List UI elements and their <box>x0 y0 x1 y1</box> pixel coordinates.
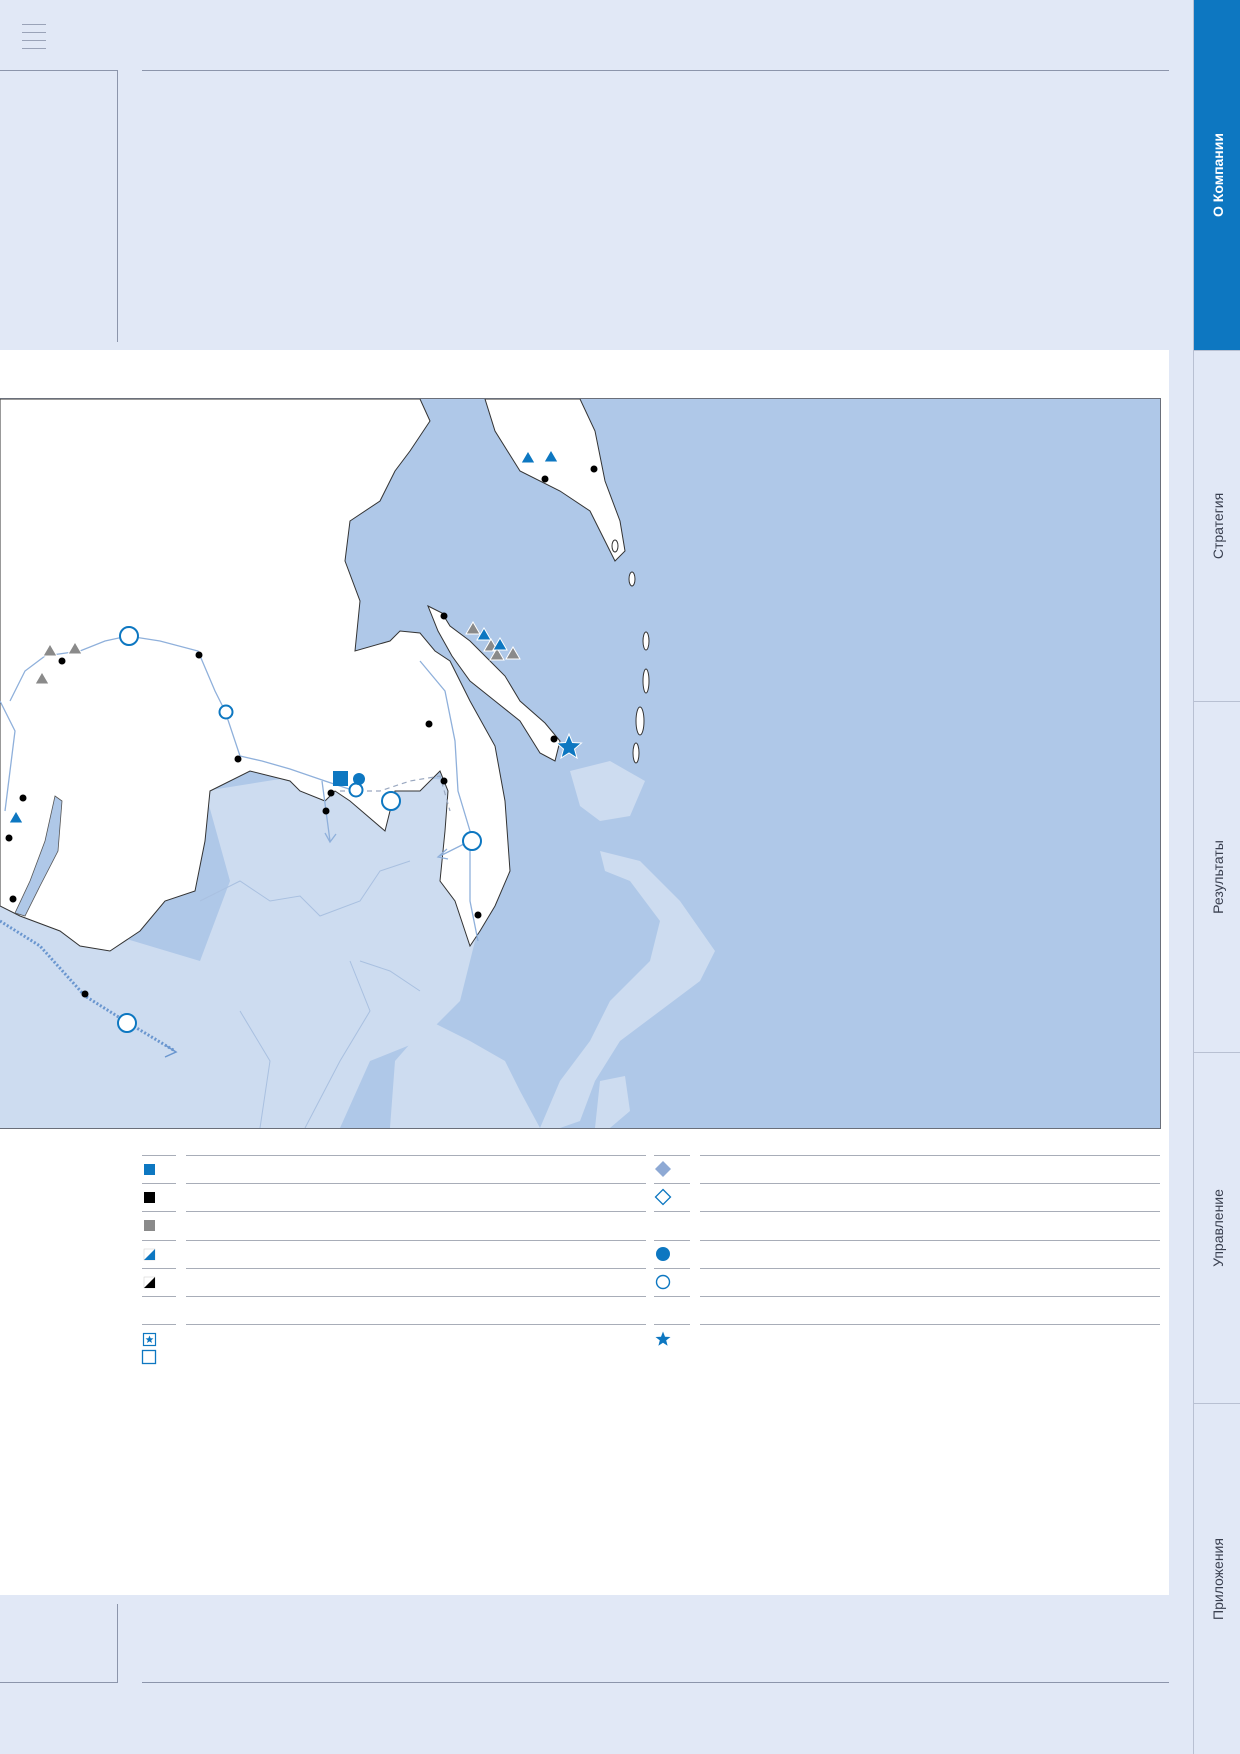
map-panel <box>0 398 1161 1129</box>
section-sidebar: О Компании Стратегия Результаты Управлен… <box>1193 0 1240 1754</box>
sidebar-item-label: Приложения <box>1209 1538 1226 1620</box>
grey-diamond-icon <box>655 1161 671 1177</box>
blue-filled-square <box>333 771 348 786</box>
blue-star-icon <box>655 1331 671 1346</box>
sidebar-item-o-kompanii[interactable]: О Компании <box>1194 0 1240 350</box>
sidebar-item-label: Результаты <box>1209 840 1226 914</box>
hamburger-menu-icon[interactable] <box>20 20 48 50</box>
black-square-icon <box>144 1192 155 1203</box>
blue-white-diagonal-square-icon <box>143 1248 156 1261</box>
map-svg <box>0 399 1160 1128</box>
blue-square-icon <box>144 1164 155 1175</box>
open-diamond-icon <box>654 1188 672 1206</box>
sidebar-item-upravlenie[interactable]: Управление <box>1194 1052 1240 1403</box>
sidebar-item-label: Стратегия <box>1209 492 1226 560</box>
header-divider <box>117 70 118 342</box>
blue-filled-circle-icon <box>656 1247 670 1261</box>
star-in-square-icon <box>142 1332 157 1347</box>
footer-bottom-rule <box>142 1682 1169 1683</box>
sidebar-item-rezultaty[interactable]: Результаты <box>1194 701 1240 1052</box>
open-square-icon <box>141 1349 157 1365</box>
sidebar-item-label: О Компании <box>1209 133 1226 217</box>
black-white-diagonal-square-icon <box>143 1276 156 1289</box>
sidebar-item-strategiya[interactable]: Стратегия <box>1194 350 1240 701</box>
grey-square-icon <box>144 1220 155 1231</box>
blue-filled-circle <box>353 773 365 785</box>
header-left-rule <box>0 70 118 71</box>
sidebar-item-label: Управление <box>1209 1189 1226 1267</box>
sidebar-item-prilozheniya[interactable]: Приложения <box>1194 1403 1240 1754</box>
footer-divider <box>117 1604 118 1683</box>
header-top-rule <box>142 70 1169 71</box>
map-legend <box>0 1150 1169 1380</box>
footer-left-rule <box>0 1682 118 1683</box>
blue-open-circle-icon <box>655 1274 671 1290</box>
